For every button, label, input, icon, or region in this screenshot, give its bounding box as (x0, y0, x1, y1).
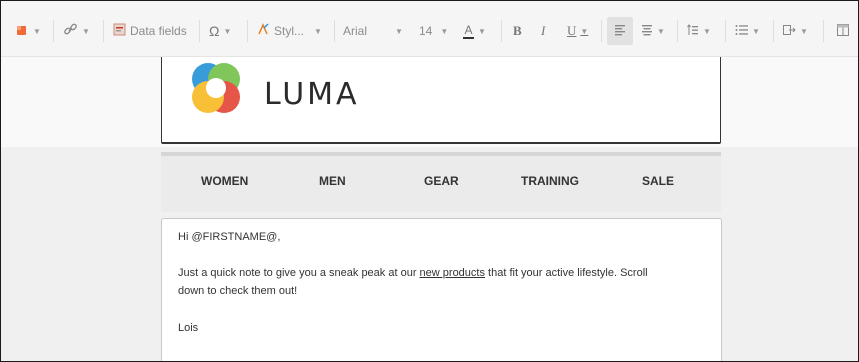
chevron-down-icon: ▼ (33, 26, 41, 36)
insert-table-button[interactable] (837, 19, 849, 43)
chevron-down-icon: ▼ (752, 26, 760, 36)
data-fields-icon (113, 23, 126, 39)
align-left-icon (614, 24, 626, 39)
font-family-select[interactable]: Arial ▼ (343, 19, 403, 43)
insert-block-button[interactable]: ▼ (783, 19, 808, 43)
chevron-down-icon: ▼ (657, 26, 665, 36)
insert-arrow-icon (783, 24, 796, 39)
category-nav: WOMEN MEN GEAR TRAINING SALE (161, 152, 721, 212)
font-size-value: 14 (419, 24, 433, 38)
logo-block[interactable]: LUMA (161, 57, 721, 144)
underline-icon: U (567, 23, 577, 38)
font-size-select[interactable]: 14 ▼ (419, 19, 448, 43)
toolbar-divider (334, 20, 335, 42)
greeting-text: Hi @FIRSTNAME@, (178, 231, 281, 243)
align-center-icon (641, 24, 653, 39)
styles-dropdown[interactable]: Styl... ▼ (257, 19, 322, 43)
block-color-button[interactable]: ▼ (15, 19, 41, 43)
toolbar-divider (53, 20, 54, 42)
bold-button[interactable]: B (513, 19, 522, 43)
special-characters-button[interactable]: Ω ▼ (209, 19, 231, 43)
intro-text-start: Just a quick note to give you a sneak pe… (178, 267, 420, 279)
luma-logo-icon (184, 57, 248, 126)
omega-icon: Ω (209, 23, 220, 39)
chevron-down-icon: ▼ (395, 26, 403, 36)
line-height-button[interactable]: ▼ (687, 19, 711, 43)
email-editor-window: ▼ ▼ Data fields Ω ▼ Styl... ▼ Arial ▼ 14… (0, 0, 859, 362)
chevron-down-icon: ▼ (703, 26, 711, 36)
underline-button[interactable]: U ▼ (567, 19, 588, 43)
nav-item-sale[interactable]: SALE (642, 174, 674, 188)
paint-bucket-icon (15, 23, 29, 40)
chevron-down-icon: ▼ (82, 26, 90, 36)
italic-icon: I (541, 23, 546, 38)
bulleted-list-icon (735, 24, 748, 39)
font-color-letter: A (464, 22, 473, 37)
styles-icon (257, 23, 270, 39)
toolbar-divider (725, 20, 726, 42)
nav-item-men[interactable]: MEN (319, 174, 346, 188)
toolbar-divider (247, 20, 248, 42)
data-fields-label: Data fields (130, 24, 187, 38)
link-icon (63, 22, 78, 40)
chevron-down-icon: ▼ (478, 26, 486, 36)
font-color-swatch (463, 36, 474, 39)
new-products-link[interactable]: new products (420, 267, 485, 279)
chevron-down-icon: ▼ (314, 26, 322, 36)
table-icon (837, 23, 849, 39)
toolbar-divider (823, 20, 824, 42)
signature-text: Lois (178, 322, 199, 334)
align-left-button[interactable] (607, 17, 633, 45)
intro-paragraph: Just a quick note to give you a sneak pe… (178, 267, 648, 279)
email-canvas: LUMA WOMEN MEN GEAR TRAINING SALE Hi @FI… (1, 57, 858, 361)
email-body-block[interactable]: Hi @FIRSTNAME@, Just a quick note to giv… (161, 218, 722, 361)
toolbar-divider (501, 20, 502, 42)
chevron-down-icon: ▼ (440, 26, 449, 36)
insert-link-button[interactable]: ▼ (63, 19, 90, 43)
nav-item-training[interactable]: TRAINING (521, 174, 579, 188)
italic-button[interactable]: I (541, 19, 545, 43)
toolbar-divider (199, 20, 200, 42)
data-fields-button[interactable]: Data fields (113, 19, 187, 43)
logo-text: LUMA (264, 77, 360, 112)
nav-item-women[interactable]: WOMEN (201, 174, 248, 188)
font-color-icon: A (463, 24, 474, 39)
toolbar-divider (773, 20, 774, 42)
chevron-down-icon: ▼ (800, 26, 808, 36)
line-height-icon (687, 23, 699, 39)
font-color-button[interactable]: A ▼ (463, 19, 486, 43)
chevron-down-icon: ▼ (580, 26, 589, 36)
styles-label: Styl... (274, 24, 305, 38)
toolbar-divider (677, 20, 678, 42)
intro-paragraph-line2: down to check them out! (178, 285, 298, 297)
align-center-button[interactable]: ▼ (641, 19, 665, 43)
intro-text-end: that fit your active lifestyle. Scroll (484, 267, 648, 279)
nav-item-gear[interactable]: GEAR (424, 174, 459, 188)
list-button[interactable]: ▼ (735, 19, 760, 43)
toolbar-divider (601, 20, 602, 42)
toolbar-divider (103, 20, 104, 42)
editor-toolbar: ▼ ▼ Data fields Ω ▼ Styl... ▼ Arial ▼ 14… (1, 1, 858, 57)
bold-icon: B (513, 23, 522, 38)
chevron-down-icon: ▼ (223, 26, 232, 36)
font-family-value: Arial (343, 24, 368, 38)
